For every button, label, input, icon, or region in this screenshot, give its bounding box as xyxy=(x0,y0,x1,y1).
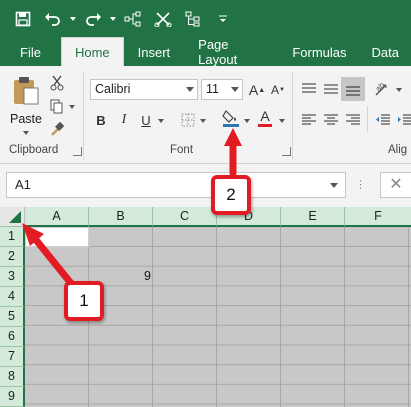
row-header-5[interactable]: 5 xyxy=(0,307,25,327)
font-color-swatch xyxy=(258,124,272,127)
name-box-value: A1 xyxy=(15,177,31,192)
clipboard-group-label: Clipboard xyxy=(9,144,59,156)
row-header-8[interactable]: 8 xyxy=(0,367,25,387)
font-size-value: 11 xyxy=(206,82,219,96)
bold-button[interactable]: B xyxy=(90,109,112,131)
font-size-dropdown-icon xyxy=(231,87,239,92)
quick-access-toolbar xyxy=(0,0,411,38)
paste-dropdown-icon xyxy=(23,131,29,135)
paste-icon xyxy=(12,76,40,111)
row-header-3[interactable]: 3 xyxy=(0,267,25,287)
formula-bar: A1 ⋮ ✕ xyxy=(0,164,411,206)
column-header-a[interactable]: A xyxy=(25,207,89,227)
fill-color-dropdown-icon[interactable] xyxy=(244,119,250,123)
scissor-tool-icon[interactable] xyxy=(148,5,178,33)
tab-formulas[interactable]: Formulas xyxy=(279,38,359,66)
name-box-dropdown-icon xyxy=(330,183,338,188)
decrease-font-size-button[interactable]: A ▼ xyxy=(267,79,289,101)
select-all-triangle-icon xyxy=(9,211,21,223)
worksheet-grid: 9 A B C D E F 1 2 3 4 5 6 7 8 9 xyxy=(0,207,411,407)
column-header-c[interactable]: C xyxy=(153,207,217,227)
underline-button[interactable]: U xyxy=(135,109,157,131)
ribbon-divider xyxy=(367,106,368,132)
paste-label: Paste xyxy=(10,112,42,126)
connector-icon[interactable] xyxy=(118,5,148,33)
alignment-group-label: Alig xyxy=(388,144,408,156)
font-name-dropdown-icon xyxy=(186,87,194,92)
copy-dropdown-icon[interactable] xyxy=(69,105,75,109)
font-color-button[interactable]: A xyxy=(254,107,276,129)
ribbon-tabs: File Home Insert Page Layout Formulas Da… xyxy=(0,37,411,67)
format-painter-icon[interactable] xyxy=(46,118,68,140)
borders-icon[interactable] xyxy=(177,109,199,131)
undo-icon[interactable] xyxy=(38,5,68,33)
tab-home[interactable]: Home xyxy=(60,37,124,66)
tab-file[interactable]: File xyxy=(0,38,61,66)
increase-font-icon: A xyxy=(248,82,259,98)
ribbon-divider xyxy=(292,72,293,160)
select-all-button[interactable] xyxy=(0,207,25,227)
paste-button[interactable]: Paste xyxy=(8,74,44,140)
middle-align-icon[interactable] xyxy=(320,78,342,100)
row-header-4[interactable]: 4 xyxy=(0,287,25,307)
font-color-icon: A xyxy=(260,108,270,124)
cancel-icon[interactable]: ✕ xyxy=(380,172,411,198)
font-color-dropdown-icon[interactable] xyxy=(279,119,285,123)
ribbon-divider xyxy=(83,72,84,160)
align-right-icon[interactable] xyxy=(342,109,364,131)
org-chart-icon[interactable] xyxy=(178,5,208,33)
bottom-align-icon[interactable] xyxy=(341,77,365,101)
undo-dropdown-icon[interactable] xyxy=(68,5,78,33)
ribbon-home: Paste Clipboard Calibri 11 A ▲ A ▼ B I U A xyxy=(0,66,411,164)
save-icon[interactable] xyxy=(8,5,38,33)
row-header-9[interactable]: 9 xyxy=(0,387,25,407)
formula-bar-splitter[interactable]: ⋮ xyxy=(355,178,366,191)
copy-icon[interactable] xyxy=(46,95,68,117)
decrease-font-icon: A xyxy=(271,83,280,97)
increase-indent-icon[interactable] xyxy=(394,109,411,131)
top-align-icon[interactable] xyxy=(298,78,320,100)
column-header-b[interactable]: B xyxy=(89,207,153,227)
active-cell-a1[interactable] xyxy=(25,227,89,247)
redo-dropdown-icon[interactable] xyxy=(108,5,118,33)
shrink-caret-icon: ▼ xyxy=(279,87,285,93)
callout-1: 1 xyxy=(64,281,104,321)
svg-text:ab: ab xyxy=(374,81,387,93)
align-center-icon[interactable] xyxy=(320,109,342,131)
row-header-2[interactable]: 2 xyxy=(0,247,25,267)
column-header-e[interactable]: E xyxy=(281,207,345,227)
name-box[interactable]: A1 xyxy=(6,172,346,198)
font-size-select[interactable]: 11 xyxy=(201,79,243,100)
cut-icon[interactable] xyxy=(46,72,68,94)
callout-2: 2 xyxy=(211,175,251,215)
decrease-indent-icon[interactable] xyxy=(372,109,394,131)
align-left-icon[interactable] xyxy=(298,109,320,131)
fill-color-icon[interactable] xyxy=(220,107,242,129)
underline-dropdown-icon[interactable] xyxy=(158,119,164,123)
orientation-dropdown-icon[interactable] xyxy=(396,88,402,92)
orientation-icon[interactable]: ab xyxy=(372,78,394,100)
increase-font-size-button[interactable]: A ▲ xyxy=(246,79,268,101)
borders-dropdown-icon[interactable] xyxy=(200,119,206,123)
tab-page-layout[interactable]: Page Layout xyxy=(184,37,279,67)
tab-data[interactable]: Data xyxy=(360,38,411,66)
row-header-1[interactable]: 1 xyxy=(0,227,25,247)
column-header-f[interactable]: F xyxy=(345,207,411,227)
italic-button[interactable]: I xyxy=(113,109,135,131)
font-name-select[interactable]: Calibri xyxy=(90,79,198,100)
tab-insert[interactable]: Insert xyxy=(124,38,185,66)
customize-icon[interactable] xyxy=(208,5,238,33)
row-header-7[interactable]: 7 xyxy=(0,347,25,367)
row-header-6[interactable]: 6 xyxy=(0,327,25,347)
redo-icon[interactable] xyxy=(78,5,108,33)
font-name-value: Calibri xyxy=(95,82,131,96)
font-launcher-icon[interactable] xyxy=(282,147,291,156)
font-group-label: Font xyxy=(170,144,194,156)
grow-caret-icon: ▲ xyxy=(258,86,266,94)
clipboard-launcher-icon[interactable] xyxy=(73,147,82,156)
